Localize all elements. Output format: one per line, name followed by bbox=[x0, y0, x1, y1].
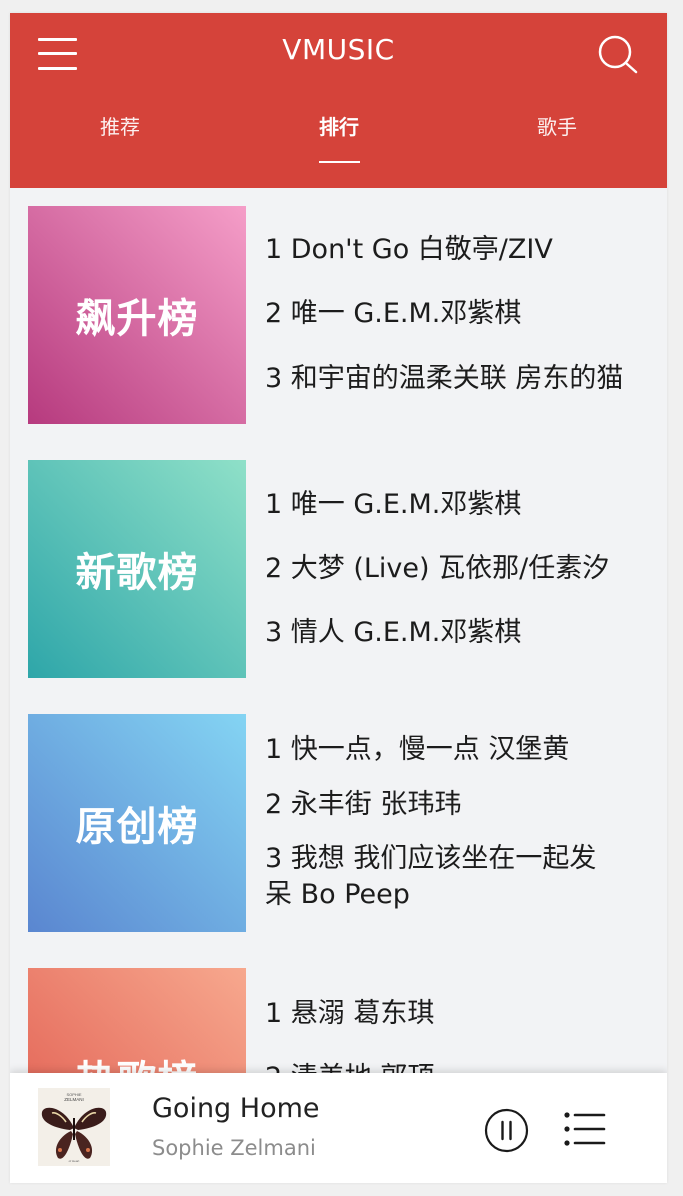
ranking-item-soaring[interactable]: 飙升榜 1 Don't Go 白敬亭/ZIV 2 唯一 G.E.M.邓紫棋 3 … bbox=[28, 206, 648, 425]
ranking-item-original[interactable]: 原创榜 1 快一点，慢一点 汉堡黄 2 永丰街 张玮玮 3 我想 我们应该坐在一… bbox=[28, 714, 648, 933]
ranking-cover: 飙升榜 bbox=[28, 206, 246, 424]
ranking-item-new[interactable]: 新歌榜 1 唯一 G.E.M.邓紫棋 2 大梦 (Live) 瓦依那/任素汐 3… bbox=[28, 460, 648, 679]
ranking-song: 3 我想 我们应该坐在一起发呆 Bo Peep bbox=[265, 843, 597, 910]
ranking-name: 飙升榜 bbox=[75, 296, 199, 342]
ranking-cover: 新歌榜 bbox=[28, 460, 246, 678]
ranking-song: 1 悬溺 葛东琪 bbox=[265, 998, 435, 1029]
album-art[interactable]: SOPHIE ZELMANI of Heart bbox=[38, 1088, 110, 1166]
app-title: VMUSIC bbox=[282, 33, 395, 66]
tab-ranking[interactable]: 排行 bbox=[279, 111, 399, 140]
ranking-song: 2 唯一 G.E.M.邓紫棋 bbox=[265, 298, 522, 329]
search-icon[interactable] bbox=[596, 33, 640, 77]
pause-icon[interactable] bbox=[484, 1108, 529, 1153]
active-tab-indicator bbox=[319, 161, 360, 163]
mini-player[interactable]: SOPHIE ZELMANI of Heart Going Home Sophi… bbox=[10, 1073, 667, 1183]
player-song-title: Going Home bbox=[152, 1093, 320, 1124]
player-artist: Sophie Zelmani bbox=[152, 1136, 316, 1160]
ranking-song: 1 Don't Go 白敬亭/ZIV bbox=[265, 234, 553, 265]
ranking-song: 2 大梦 (Live) 瓦依那/任素汐 bbox=[265, 553, 610, 584]
ranking-name: 原创榜 bbox=[75, 804, 199, 850]
playlist-icon[interactable] bbox=[564, 1111, 606, 1147]
ranking-song: 1 快一点，慢一点 汉堡黄 bbox=[265, 734, 570, 765]
ranking-song: 3 和宇宙的温柔关联 房东的猫 bbox=[265, 363, 624, 394]
ranking-name: 新歌榜 bbox=[75, 550, 199, 596]
app-header: VMUSIC 推荐 排行 歌手 bbox=[10, 13, 667, 188]
tab-recommend[interactable]: 推荐 bbox=[60, 111, 180, 140]
ranking-song: 2 永丰街 张玮玮 bbox=[265, 789, 462, 820]
tab-singers[interactable]: 歌手 bbox=[497, 111, 617, 140]
svg-text:ZELMANI: ZELMANI bbox=[64, 1097, 84, 1102]
ranking-song: 3 情人 G.E.M.邓紫棋 bbox=[265, 617, 522, 648]
ranking-song: 1 唯一 G.E.M.邓紫棋 bbox=[265, 489, 522, 520]
app-screen: VMUSIC 推荐 排行 歌手 飙升榜 1 Don't Go 白敬亭/ZIV 2… bbox=[10, 13, 667, 1183]
svg-text:of Heart: of Heart bbox=[69, 1159, 80, 1163]
ranking-cover: 原创榜 bbox=[28, 714, 246, 932]
